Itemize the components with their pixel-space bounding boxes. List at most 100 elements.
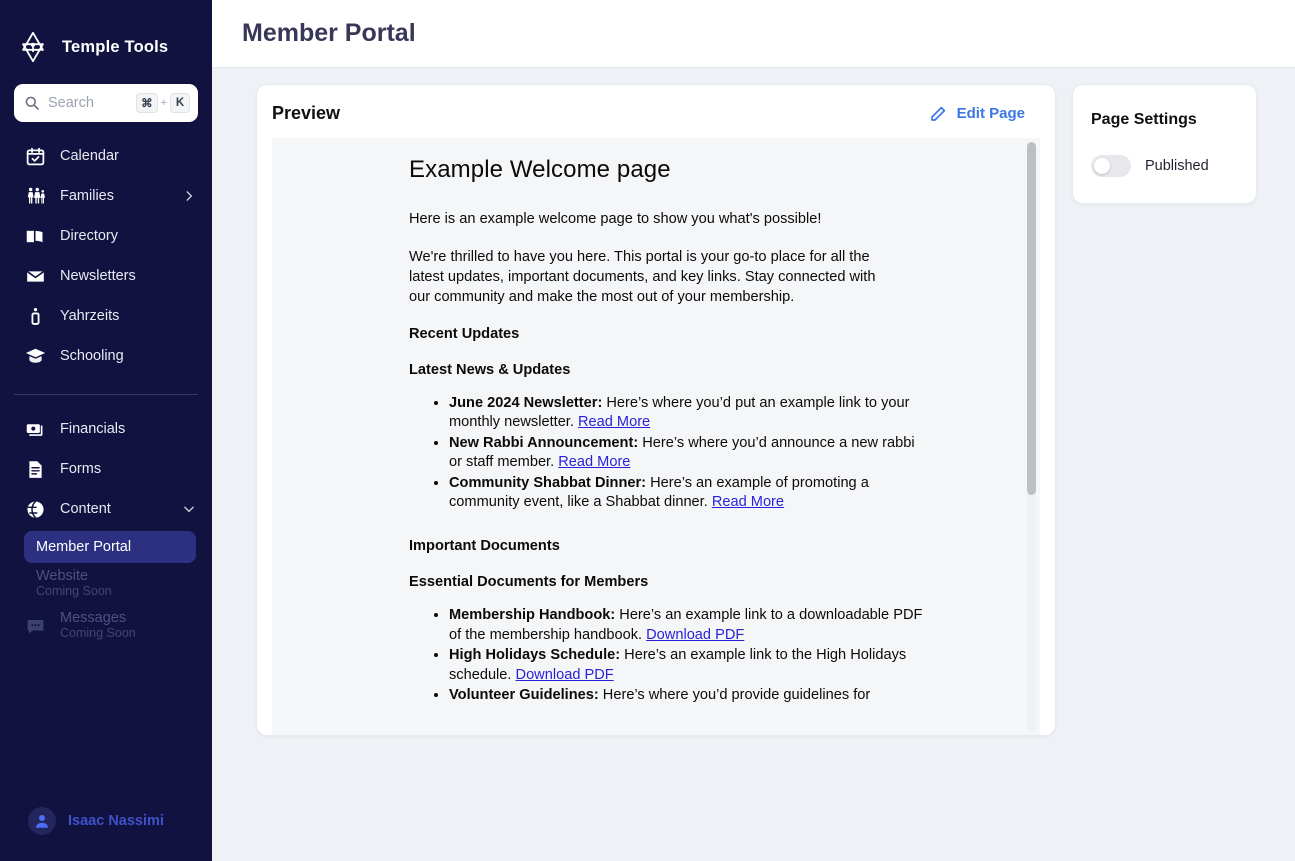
search-input[interactable] — [48, 95, 129, 111]
list-item-text: Here’s where you’d provide guidelines fo… — [598, 687, 871, 703]
list-item-term: June 2024 Newsletter: — [449, 394, 603, 411]
sidebar-item-label: Yahrzeits — [60, 308, 120, 324]
document-intro-2: We're thrilled to have you here. This po… — [409, 248, 876, 305]
sidebar-item-newsletters[interactable]: Newsletters — [0, 256, 212, 296]
chat-bubble-icon — [24, 615, 46, 637]
sidebar-item-label: Directory — [60, 228, 119, 244]
list-item-term: New Rabbi Announcement: — [449, 434, 639, 451]
kbd-command: ⌘ — [136, 93, 158, 113]
star-of-david-flame-icon — [16, 30, 50, 64]
list-item: June 2024 Newsletter: Here’s where you’d… — [449, 394, 929, 433]
read-more-link[interactable]: Read More — [558, 454, 630, 470]
read-more-link[interactable]: Read More — [578, 414, 650, 430]
preview-card: Preview Edit Page Example Welcome page H… — [256, 84, 1056, 736]
chevron-right-icon[interactable] — [182, 189, 196, 203]
preview-header: Preview Edit Page — [257, 85, 1055, 138]
sidebar-subitem-label: Website — [36, 568, 89, 585]
preview-pane: Example Welcome page Here is an example … — [272, 138, 1040, 735]
topbar: Member Portal — [212, 0, 1295, 68]
sidebar-item-label: Families — [60, 188, 114, 204]
sidebar-item-label: Schooling — [60, 348, 124, 364]
document-icon — [24, 458, 46, 480]
coming-soon-badge: Coming Soon — [60, 626, 136, 641]
calendar-check-icon — [24, 145, 46, 167]
sidebar-item-forms[interactable]: Forms — [0, 449, 212, 489]
sidebar-item-label: Calendar — [60, 148, 119, 164]
sidebar-item-messages: Messages Coming Soon — [0, 605, 212, 647]
globe-icon — [24, 498, 46, 520]
coming-soon-badge: Coming Soon — [36, 584, 112, 599]
sidebar-item-yahrzeits[interactable]: Yahrzeits — [0, 296, 212, 336]
list-item-term: Membership Handbook: — [449, 607, 616, 624]
preview-scrollbar[interactable] — [1027, 142, 1036, 731]
sidebar-item-label: Forms — [60, 461, 102, 477]
page-settings-title: Page Settings — [1091, 111, 1197, 128]
section-title-recent-updates: Recent Updates — [409, 325, 520, 342]
news-list: June 2024 Newsletter: Here’s where you’d… — [409, 394, 929, 512]
app-root: Temple Tools ⌘ + K — [0, 0, 1295, 861]
preview-scrollbar-thumb[interactable] — [1027, 142, 1036, 496]
kbd-plus: + — [160, 97, 167, 109]
list-item-term: High Holidays Schedule: — [449, 647, 621, 664]
user-name: Isaac Nassimi — [68, 813, 164, 829]
brand-name: Temple Tools — [62, 37, 169, 56]
sidebar-user[interactable]: Isaac Nassimi — [0, 807, 212, 861]
sidebar-item-schooling[interactable]: Schooling — [0, 336, 212, 376]
preview-title: Preview — [272, 103, 341, 123]
families-icon — [24, 185, 46, 207]
sidebar-subitem-label: Member Portal — [36, 539, 132, 555]
chevron-down-icon[interactable] — [182, 502, 196, 516]
download-pdf-link[interactable]: Download PDF — [516, 667, 614, 683]
document-intro-1: Here is an example welcome page to show … — [409, 211, 822, 227]
sidebar-item-label: Newsletters — [60, 268, 136, 284]
section-subtitle-essential-documents: Essential Documents for Members — [409, 574, 649, 591]
list-item: New Rabbi Announcement: Here’s where you… — [449, 434, 929, 473]
sidebar-item-directory[interactable]: Directory — [0, 216, 212, 256]
page-title: Member Portal — [242, 19, 416, 47]
search-box[interactable]: ⌘ + K — [14, 84, 198, 122]
user-avatar-icon — [28, 807, 56, 835]
document-heading: Example Welcome page — [409, 156, 671, 183]
content-subnav: Member Portal Website Coming Soon — [0, 531, 212, 603]
documents-list: Membership Handbook: Here’s an example l… — [409, 606, 929, 705]
primary-nav: Calendar Families Directory Newsletters … — [0, 122, 212, 647]
section-title-important-documents: Important Documents — [409, 538, 560, 555]
sidebar-item-label: Messages — [60, 610, 127, 627]
toggle-knob — [1094, 158, 1110, 174]
search-shortcut: ⌘ + K — [136, 93, 190, 113]
list-item-term: Volunteer Guidelines: — [449, 687, 599, 703]
graduation-cap-icon — [24, 345, 46, 367]
search-wrapper: ⌘ + K — [0, 70, 212, 122]
messages-label-stack: Messages Coming Soon — [60, 610, 136, 641]
search-icon — [24, 95, 40, 111]
pencil-icon — [929, 105, 947, 123]
brand[interactable]: Temple Tools — [0, 0, 212, 70]
read-more-link[interactable]: Read More — [712, 494, 784, 510]
published-toggle[interactable] — [1091, 155, 1131, 177]
page-settings-card: Page Settings Published — [1072, 84, 1257, 204]
sidebar-item-financials[interactable]: Financials — [0, 409, 212, 449]
sidebar: Temple Tools ⌘ + K — [0, 0, 212, 861]
sidebar-item-calendar[interactable]: Calendar — [0, 136, 212, 176]
edit-page-label: Edit Page — [956, 105, 1025, 122]
sidebar-item-families[interactable]: Families — [0, 176, 212, 216]
sidebar-item-member-portal[interactable]: Member Portal — [24, 531, 196, 563]
envelope-icon — [24, 265, 46, 287]
candle-icon — [24, 305, 46, 327]
list-item: Membership Handbook: Here’s an example l… — [449, 606, 929, 645]
section-subtitle-latest-news: Latest News & Updates — [409, 361, 571, 378]
nav-divider — [14, 394, 198, 395]
list-item: Community Shabbat Dinner: Here’s an exam… — [449, 474, 929, 513]
edit-page-button[interactable]: Edit Page — [929, 105, 1025, 123]
published-toggle-row: Published — [1091, 155, 1238, 177]
preview-document: Example Welcome page Here is an example … — [272, 138, 1037, 735]
sidebar-item-label: Financials — [60, 421, 126, 437]
download-pdf-link[interactable]: Download PDF — [646, 627, 744, 643]
banknote-icon — [24, 418, 46, 440]
published-label: Published — [1145, 158, 1209, 174]
sidebar-item-label: Content — [60, 501, 111, 517]
sidebar-item-content[interactable]: Content — [0, 489, 212, 529]
list-item-term: Community Shabbat Dinner: — [449, 474, 647, 491]
